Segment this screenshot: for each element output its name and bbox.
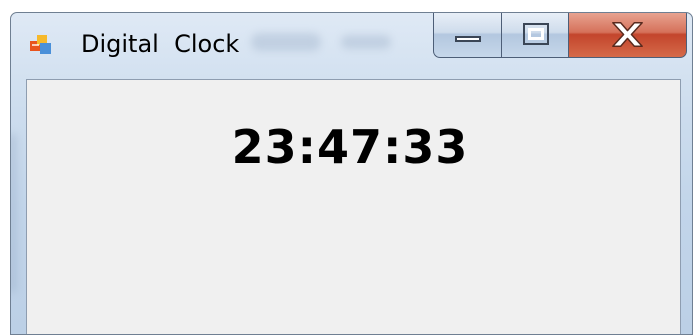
clock-time-label: 23:47:33 xyxy=(231,120,469,174)
minimize-icon xyxy=(455,36,481,42)
maximize-icon xyxy=(523,23,549,45)
close-icon xyxy=(612,22,643,47)
maximize-button[interactable] xyxy=(501,13,569,58)
caption-buttons xyxy=(433,13,687,59)
close-button[interactable] xyxy=(569,13,687,58)
window-title: Digital Clock xyxy=(81,30,240,58)
title-bar[interactable]: Digital Clock xyxy=(11,13,692,79)
windows-form-icon xyxy=(30,35,52,55)
digital-clock-window: Digital Clock 23:47:33 xyxy=(10,12,693,335)
minimize-button[interactable] xyxy=(433,13,501,58)
clock-panel: 23:47:33 xyxy=(26,79,681,334)
